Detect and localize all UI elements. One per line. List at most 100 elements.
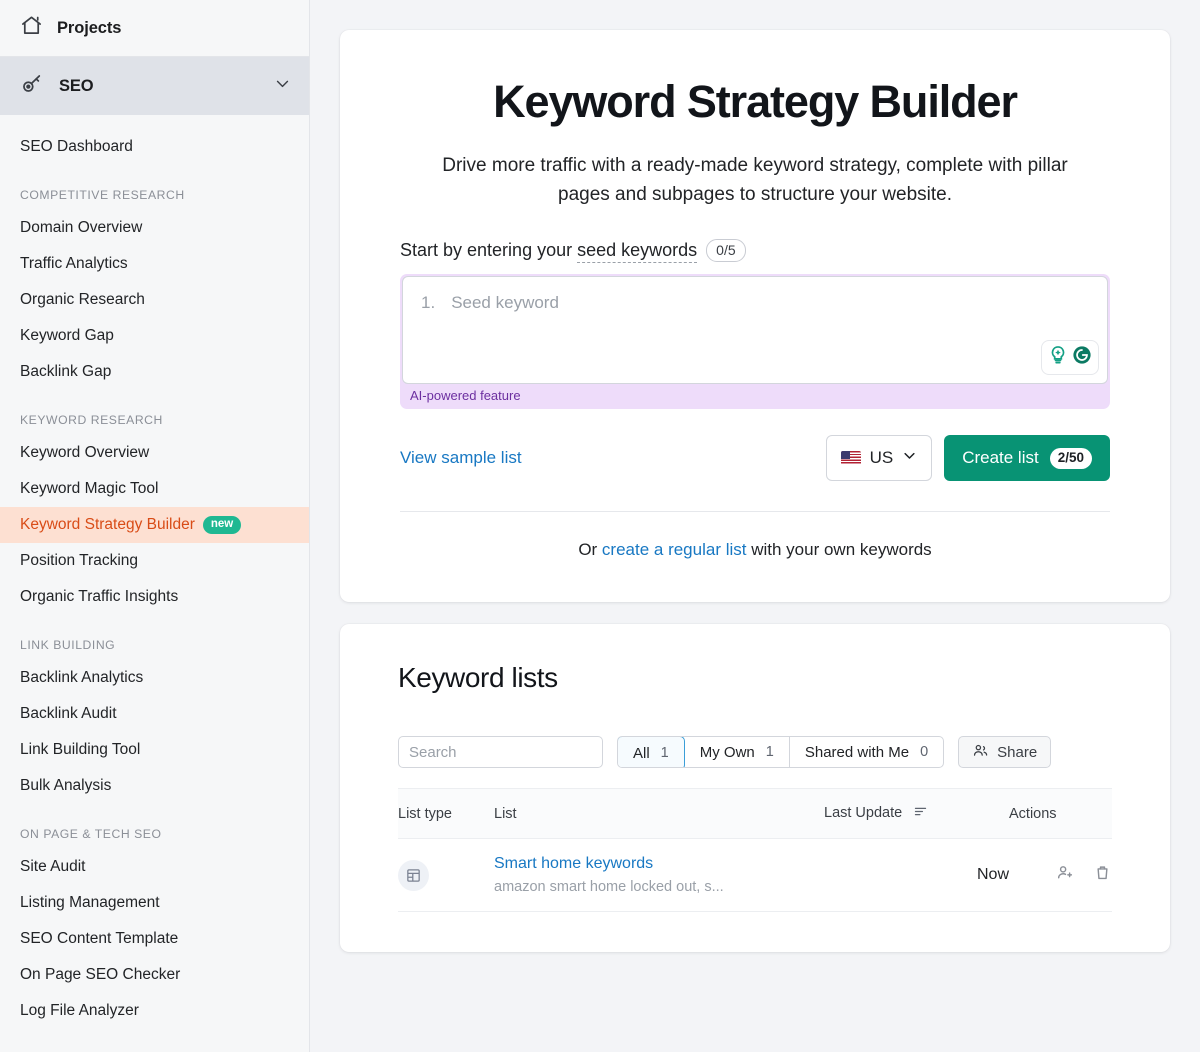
sidebar-group-title: LINK BUILDING [20, 638, 116, 652]
create-list-quota: 2/50 [1049, 447, 1092, 469]
home-icon [20, 14, 43, 42]
tab-all-count: 1 [660, 745, 669, 761]
seed-label: Start by entering your seed keywords [400, 240, 698, 263]
sidebar-item-backlink-gap[interactable]: Backlink Gap [0, 354, 309, 390]
column-header-list-type: List type [398, 788, 494, 839]
tab-all[interactable]: All 1 [618, 737, 685, 767]
chevron-down-icon[interactable] [274, 75, 291, 97]
table-body: Smart home keywords amazon smart home lo… [398, 838, 1112, 912]
key-icon [20, 71, 45, 101]
tab-my-own-label: My Own [699, 743, 755, 761]
share-people-icon [972, 742, 989, 763]
sidebar-seo-label: SEO [59, 76, 94, 95]
keyword-lists-body: All 1 My Own 1 Shared with Me 0 [340, 736, 1170, 912]
grammarly-extension-button[interactable] [1041, 340, 1099, 375]
seed-counter: 0/5 [706, 239, 746, 262]
sidebar-item-bulk-analysis[interactable]: Bulk Analysis [0, 768, 309, 804]
sidebar-group-title: COMPETITIVE RESEARCH [20, 188, 185, 202]
column-header-list: List [494, 788, 824, 839]
sidebar-item-listing-management[interactable]: Listing Management [0, 885, 309, 921]
create-list-label: Create list [962, 448, 1039, 467]
column-header-last-update-label: Last Update [824, 805, 903, 821]
lists-toolbar: All 1 My Own 1 Shared with Me 0 [398, 736, 1112, 768]
sidebar-item-link-building-tool[interactable]: Link Building Tool [0, 732, 309, 768]
sidebar-section-seo[interactable]: SEO [0, 57, 309, 115]
sidebar-item-traffic-analytics[interactable]: Traffic Analytics [0, 246, 309, 282]
list-preview-text: amazon smart home locked out, s... [494, 879, 724, 895]
tab-my-own[interactable]: My Own 1 [685, 737, 790, 767]
cell-last-update: Now [824, 838, 1009, 912]
table-grid-icon [398, 859, 429, 891]
list-name-link[interactable]: Smart home keywords [494, 853, 824, 874]
new-badge: new [202, 516, 242, 534]
table-row[interactable]: Smart home keywords amazon smart home lo… [398, 838, 1112, 912]
sidebar-item-seo-dashboard[interactable]: SEO Dashboard [0, 129, 309, 165]
row-action-icons [1056, 863, 1112, 882]
sidebar-item-site-audit[interactable]: Site Audit [0, 849, 309, 885]
sidebar-item-domain-overview[interactable]: Domain Overview [0, 210, 309, 246]
or-suffix: with your own keywords [746, 540, 932, 559]
regular-list-line: Or create a regular list with your own k… [400, 540, 1110, 560]
create-list-button[interactable]: Create list 2/50 [944, 435, 1110, 481]
seed-keyword-input[interactable] [451, 293, 1052, 313]
sidebar-item-keyword-overview[interactable]: Keyword Overview [0, 435, 309, 471]
seed-keywords-link[interactable]: seed keywords [577, 240, 698, 263]
cell-actions [1009, 838, 1112, 912]
hero-card: Keyword Strategy Builder Drive more traf… [340, 30, 1170, 602]
cell-list-type [398, 838, 494, 912]
ai-powered-feature-label: AI-powered feature [410, 388, 521, 403]
keyword-lists-title: Keyword lists [398, 662, 558, 693]
seed-input-box[interactable]: 1. [402, 276, 1108, 384]
keyword-lists-table: List type List Last Update Actions Smart… [398, 788, 1112, 912]
sidebar-item-on-page-seo-checker[interactable]: On Page SEO Checker [0, 957, 309, 993]
search-input[interactable] [399, 737, 602, 767]
seed-index-label: 1. [421, 293, 436, 312]
country-select-value: US [869, 448, 894, 467]
create-regular-list-link[interactable]: create a regular list [602, 540, 747, 559]
search-box[interactable] [398, 736, 603, 768]
sidebar-item-organic-research[interactable]: Organic Research [0, 282, 309, 318]
sidebar-group-title: KEYWORD RESEARCH [20, 413, 163, 427]
sort-icon [913, 804, 928, 823]
app-root: Projects SEO SEO Dashboard COMPETITIVE R [0, 0, 1200, 1052]
tab-all-label: All [633, 744, 650, 762]
page-title: Keyword Strategy Builder [493, 76, 1018, 127]
column-header-last-update[interactable]: Last Update [824, 788, 1009, 839]
sidebar-item-organic-traffic-insights[interactable]: Organic Traffic Insights [0, 579, 309, 615]
or-prefix: Or [578, 540, 602, 559]
view-sample-list-link[interactable]: View sample list [400, 448, 522, 468]
sidebar-item-log-file-analyzer[interactable]: Log File Analyzer [0, 993, 309, 1029]
tab-shared-with-me[interactable]: Shared with Me 0 [790, 737, 943, 767]
sidebar-nav: SEO Dashboard COMPETITIVE RESEARCH Domai… [0, 115, 309, 1029]
sidebar-item-position-tracking[interactable]: Position Tracking [0, 543, 309, 579]
tab-shared-count: 0 [920, 744, 929, 760]
country-select[interactable]: US [825, 435, 933, 481]
column-header-actions: Actions [1009, 788, 1112, 839]
page-subtitle: Drive more traffic with a ready-made key… [442, 155, 1068, 205]
share-button-label: Share [997, 743, 1038, 761]
keyword-lists-card: Keyword lists Search All 1 My Own 1 Shar… [340, 624, 1170, 952]
sidebar-item-backlink-analytics[interactable]: Backlink Analytics [0, 660, 309, 696]
sidebar-item-seo-content-template[interactable]: SEO Content Template [0, 921, 309, 957]
sidebar-item-projects[interactable]: Projects [0, 0, 309, 57]
sidebar: Projects SEO SEO Dashboard COMPETITIVE R [0, 0, 310, 1052]
share-button[interactable]: Share [958, 736, 1052, 768]
seed-label-row: Start by entering your seed keywords 0/5 [400, 239, 1110, 263]
sidebar-item-keyword-magic-tool[interactable]: Keyword Magic Tool [0, 471, 309, 507]
sidebar-group-title: ON PAGE & TECH SEO [20, 827, 162, 841]
grammarly-logo-icon[interactable] [1071, 344, 1093, 371]
add-user-icon[interactable] [1056, 863, 1075, 882]
lightbulb-idea-icon[interactable] [1047, 344, 1069, 371]
tab-my-own-count: 1 [765, 744, 774, 760]
chevron-down-icon [902, 448, 917, 468]
sidebar-item-keyword-gap[interactable]: Keyword Gap [0, 318, 309, 354]
main-content: Keyword Strategy Builder Drive more traf… [310, 0, 1200, 1052]
delete-trash-icon[interactable] [1093, 863, 1112, 882]
sidebar-item-keyword-strategy-builder[interactable]: Keyword Strategy Builder new [0, 507, 309, 543]
sidebar-item-backlink-audit[interactable]: Backlink Audit [0, 696, 309, 732]
seed-form: Start by entering your seed keywords 0/5… [400, 239, 1110, 560]
divider [400, 511, 1110, 512]
seed-row: 1. [421, 293, 1089, 313]
cell-list-info: Smart home keywords amazon smart home lo… [494, 838, 824, 912]
sidebar-item-label: Keyword Strategy Builder [20, 516, 195, 533]
